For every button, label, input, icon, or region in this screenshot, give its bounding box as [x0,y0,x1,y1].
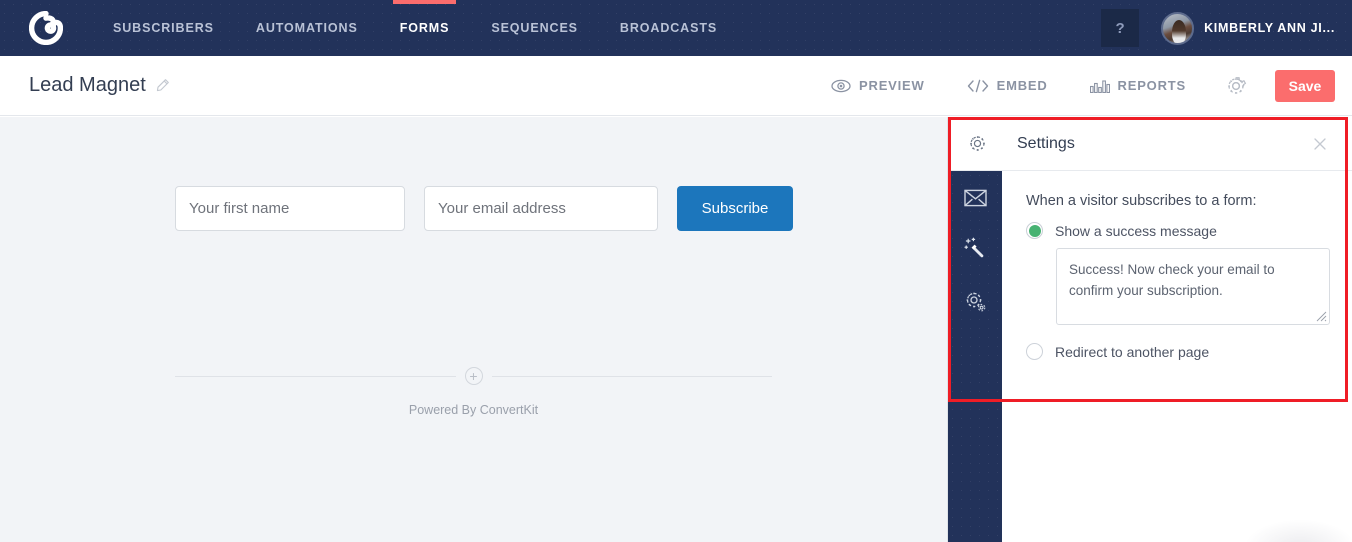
nav-item-subscribers[interactable]: SUBSCRIBERS [92,0,235,56]
nav-label: SUBSCRIBERS [113,21,214,35]
code-brackets-icon [967,79,988,92]
magic-wand-icon[interactable] [963,237,987,260]
nav-item-sequences[interactable]: SEQUENCES [470,0,599,56]
plus-circle-icon[interactable]: + [464,367,483,385]
subscribe-button[interactable]: Subscribe [677,186,793,231]
action-label: PREVIEW [859,78,925,93]
settings-panel-body: When a visitor subscribes to a form: Sho… [948,171,1352,542]
nav-label: BROADCASTS [619,21,718,35]
settings-panel-rail [948,171,1002,542]
nav-label: FORMS [399,21,450,35]
embed-button[interactable]: EMBED [946,56,1069,116]
app-root: SUBSCRIBERS AUTOMATIONS FORMS SEQUENCES … [0,0,1352,542]
resize-handle-icon[interactable] [1316,311,1327,322]
eye-icon [831,79,851,92]
divider-line-left [175,375,456,377]
action-label: EMBED [996,78,1048,93]
option-redirect-to-page[interactable]: Redirect to another page [1026,343,1330,360]
close-icon[interactable] [1312,136,1328,152]
form-settings-button[interactable] [1207,56,1265,116]
preview-button[interactable]: PREVIEW [810,56,946,116]
gear-icon [1228,76,1247,94]
option-show-success-message[interactable]: Show a success message [1026,222,1330,239]
action-label: REPORTS [1117,78,1186,93]
form-subheader: Lead Magnet PREVIEW EMBED REPORTS Save [0,56,1352,116]
bar-chart-icon [1089,79,1110,93]
reports-button[interactable]: REPORTS [1069,56,1207,116]
settings-panel-title: Settings [1017,134,1075,152]
nav-item-forms[interactable]: FORMS [379,0,471,56]
divider-line-right [491,375,772,377]
nav-label: SEQUENCES [491,21,578,35]
powered-by-label: Powered By ConvertKit [408,403,539,417]
add-block-divider: + [175,367,772,385]
top-navigation-bar: SUBSCRIBERS AUTOMATIONS FORMS SEQUENCES … [0,0,1352,56]
help-button[interactable]: ? [1101,9,1140,47]
pencil-icon[interactable] [155,78,170,93]
option-label: Show a success message [1055,222,1217,239]
nav-item-automations[interactable]: AUTOMATIONS [235,0,379,56]
subheader-actions: PREVIEW EMBED REPORTS Save [810,56,1352,116]
gear-settings-icon[interactable] [964,290,987,313]
radio-redirect-to-page[interactable] [1026,343,1043,360]
success-message-textarea[interactable]: Success! Now check your email to confirm… [1056,248,1330,325]
option-label: Redirect to another page [1055,343,1210,360]
convertkit-logo-link[interactable] [0,0,92,56]
radio-show-success-message[interactable] [1026,222,1043,239]
user-menu[interactable]: KIMBERLY ANN JI... [1204,21,1335,35]
nav-right-group: ? KIMBERLY ANN JI... [1101,0,1352,56]
gear-icon [970,136,985,151]
settings-panel: Settings When a visitor subscribes to a … [947,117,1352,542]
first-name-input[interactable]: Your first name [175,186,405,231]
email-input[interactable]: Your email address [424,186,658,231]
primary-nav-items: SUBSCRIBERS AUTOMATIONS FORMS SEQUENCES … [92,0,738,56]
settings-panel-header: Settings [948,117,1352,171]
settings-panel-content: When a visitor subscribes to a form: Sho… [1002,171,1352,542]
subscribe-behavior-question: When a visitor subscribes to a form: [1026,193,1257,209]
form-canvas: Your first name Your email address Subsc… [0,117,947,542]
save-button[interactable]: Save [1275,69,1335,102]
nav-item-broadcasts[interactable]: BROADCASTS [599,0,738,56]
page-title: Lead Magnet [29,74,146,96]
form-fields-row: Your first name Your email address Subsc… [175,186,793,231]
convertkit-logo-icon [29,11,63,45]
nav-label: AUTOMATIONS [255,21,358,35]
help-icon: ? [1115,19,1125,37]
avatar[interactable] [1161,11,1195,45]
envelope-icon[interactable] [963,189,987,207]
